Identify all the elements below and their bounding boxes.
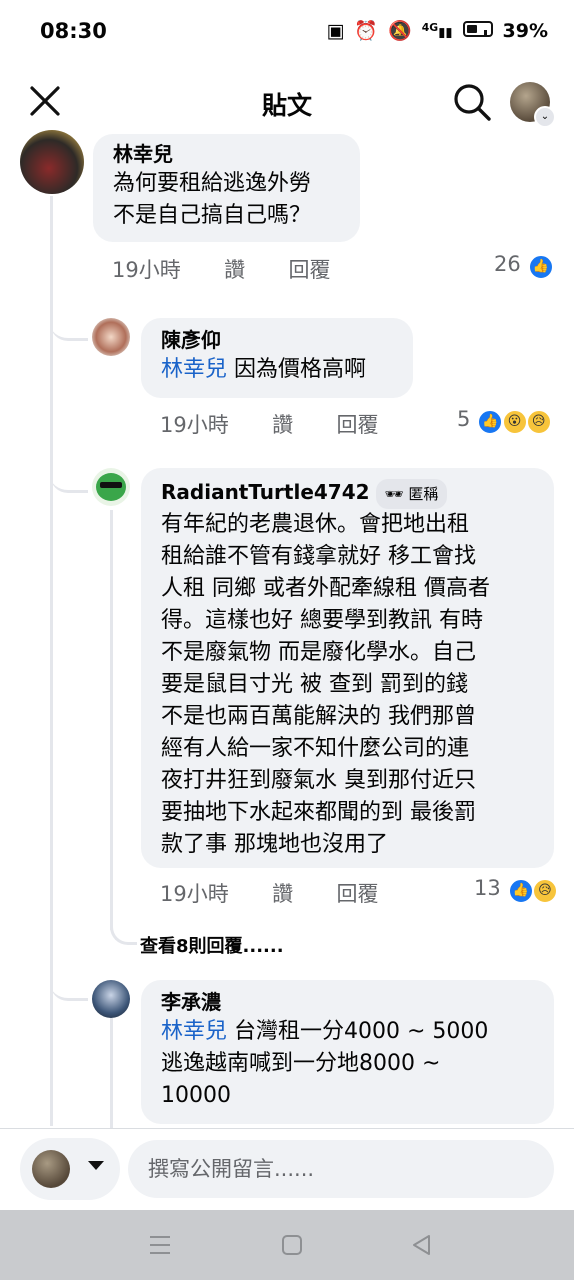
alarm-icon: ⏰ — [354, 20, 379, 42]
comment-meta: 19小時 讚 回覆 — [160, 409, 378, 439]
sad-reaction-icon: 😥 — [525, 408, 552, 435]
comment-text: 有年紀的老農退休。會把地出租 租給誰不管有錢拿就好 移工會找 人租 同鄉 或者外… — [161, 511, 490, 857]
anonymous-badge: 🕶 匿稱 — [375, 478, 448, 509]
avatar[interactable] — [92, 318, 130, 356]
thread-connector — [110, 900, 137, 945]
reply-button[interactable]: 回覆 — [336, 878, 378, 908]
thread-line — [110, 510, 113, 930]
battery-percent: 39% — [502, 19, 548, 42]
reaction-summary[interactable]: 26 👍 — [494, 252, 554, 280]
like-reaction-icon: 👍 — [477, 408, 504, 435]
status-icons: ▣ ⏰ 🔕 4G▮▮ 39% — [326, 19, 548, 43]
badge-label: 匿稱 — [408, 484, 439, 503]
reaction-count: 5 — [457, 407, 471, 431]
comment-bubble: 林幸兒 為何要租給逃逸外勞 不是自己搞自己嗎？ — [93, 134, 360, 242]
sad-reaction-icon: 😥 — [531, 877, 558, 904]
reaction-summary[interactable]: 5 👍 😮 😥 — [457, 407, 552, 435]
signal-icon: 4G▮▮ — [421, 20, 453, 41]
comment-text: 為何要租給逃逸外勞 不是自己搞自己嗎？ — [113, 171, 312, 228]
comment-text: 因為價格高啊 — [227, 357, 367, 382]
comment-meta: 19小時 讚 回覆 — [160, 878, 378, 908]
avatar[interactable] — [92, 468, 130, 506]
avatar[interactable] — [92, 980, 130, 1018]
mute-icon: 🔕 — [388, 20, 412, 42]
composer-avatar — [32, 1150, 70, 1188]
like-reaction-icon: 👍 — [527, 253, 554, 280]
reaction-count: 13 — [474, 876, 501, 900]
back-icon[interactable] — [410, 1233, 432, 1257]
search-icon[interactable] — [452, 82, 492, 122]
like-reaction-icon: 👍 — [507, 877, 534, 904]
comment-author[interactable]: 陳彥仰 — [161, 326, 413, 354]
comment-time[interactable]: 19小時 — [160, 878, 229, 908]
home-icon[interactable] — [281, 1234, 303, 1256]
comment-bubble: RadiantTurtle4742 🕶 匿稱 有年紀的老農退休。會把地出租 租給誰… — [141, 468, 554, 868]
comment-body: 林幸兒 因為價格高啊 — [161, 354, 413, 386]
thread-connector — [50, 452, 88, 493]
thread-connector — [50, 966, 88, 1001]
comment-author[interactable]: RadiantTurtle4742 🕶 匿稱 — [161, 478, 554, 509]
wow-reaction-icon: 😮 — [501, 408, 528, 435]
mention-link[interactable]: 林幸兒 — [161, 1019, 227, 1044]
mention-link[interactable]: 林幸兒 — [161, 357, 227, 382]
composer-divider — [0, 1128, 574, 1129]
thread-connector — [50, 300, 88, 341]
chevron-down-icon[interactable]: ⌄ — [534, 106, 556, 128]
reaction-summary[interactable]: 13 👍 😥 — [474, 876, 558, 904]
reply-button[interactable]: 回覆 — [288, 254, 330, 284]
comment-input[interactable]: 撰寫公開留言...... — [128, 1140, 554, 1198]
comment-author[interactable]: 林幸兒 — [113, 140, 360, 168]
comment-bubble: 陳彥仰 林幸兒 因為價格高啊 — [141, 318, 413, 398]
like-button[interactable]: 讚 — [272, 878, 293, 908]
caret-down-icon — [88, 1161, 104, 1170]
battery-icon — [462, 20, 493, 42]
comment-body: 林幸兒 台灣租一分4000 ~ 5000 逃逸越南喊到一分地8000 ~ 100… — [161, 1016, 554, 1112]
nfc-icon: ▣ — [326, 19, 345, 42]
comment-time[interactable]: 19小時 — [112, 254, 181, 284]
menu-icon[interactable] — [148, 1234, 172, 1256]
comment-author[interactable]: 李承濃 — [161, 988, 554, 1016]
comment-meta: 19小時 讚 回覆 — [112, 254, 330, 284]
view-more-replies-link[interactable]: 查看8則回覆...... — [140, 932, 284, 958]
reaction-count: 26 — [494, 252, 521, 276]
like-button[interactable]: 讚 — [224, 254, 245, 284]
avatar[interactable] — [20, 130, 84, 194]
comment-time[interactable]: 19小時 — [160, 409, 229, 439]
like-button[interactable]: 讚 — [272, 409, 293, 439]
thread-line — [110, 1018, 113, 1128]
comment-bubble: 李承濃 林幸兒 台灣租一分4000 ~ 5000 逃逸越南喊到一分地8000 ~… — [141, 980, 554, 1124]
status-time: 08:30 — [40, 19, 107, 43]
author-name[interactable]: RadiantTurtle4742 — [161, 480, 370, 504]
reply-button[interactable]: 回覆 — [336, 409, 378, 439]
